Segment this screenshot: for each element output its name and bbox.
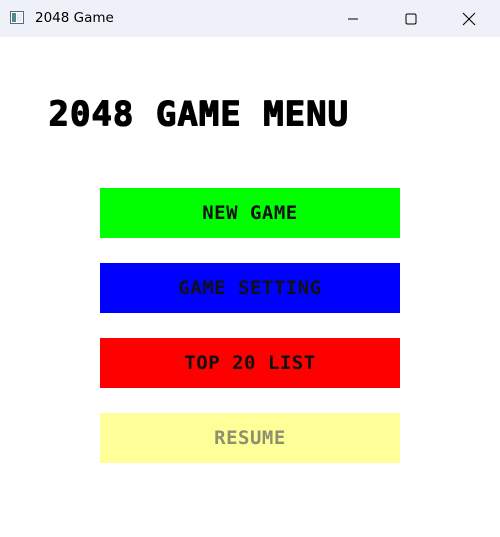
game-setting-label: GAME SETTING [178,277,322,299]
app-window: 2048 Game 2048 GAME MENU NEW GAME GAME S… [0,0,500,537]
top-20-list-label: TOP 20 LIST [184,352,316,374]
app-window-icon [10,11,24,24]
maximize-icon [405,13,417,24]
menu-title: 2048 GAME MENU [48,94,349,134]
resume-label: RESUME [214,427,286,449]
close-icon [462,12,476,25]
top-20-list-button[interactable]: TOP 20 LIST [100,338,400,388]
minimize-button[interactable] [330,0,376,37]
window-title: 2048 Game [35,10,114,26]
maximize-button[interactable] [388,0,434,37]
resume-button: RESUME [100,413,400,463]
minimize-icon [348,18,358,19]
close-button[interactable] [446,0,492,37]
new-game-button[interactable]: NEW GAME [100,188,400,238]
new-game-label: NEW GAME [202,202,298,224]
title-bar[interactable]: 2048 Game [0,0,500,37]
game-setting-button[interactable]: GAME SETTING [100,263,400,313]
